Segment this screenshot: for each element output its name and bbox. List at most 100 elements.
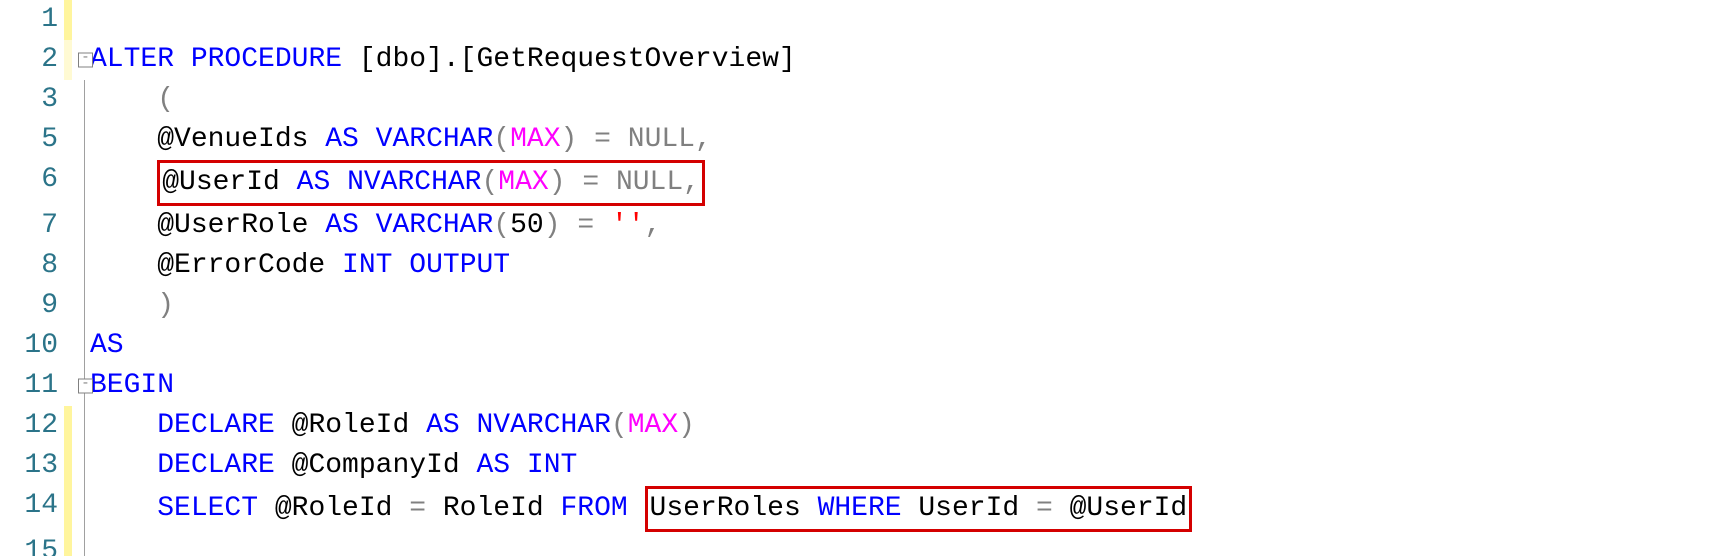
punct: ) <box>678 410 695 441</box>
column: UserId <box>902 493 1036 524</box>
code-line[interactable]: DECLARE @RoleId AS NVARCHAR(MAX) <box>90 406 1728 446</box>
gutter <box>64 406 90 446</box>
keyword: FROM <box>561 493 628 524</box>
keyword: AS <box>476 450 510 481</box>
keyword: AS <box>297 167 331 198</box>
gutter <box>64 366 90 406</box>
line-number: 9 <box>0 286 64 326</box>
punct: ) <box>561 124 578 155</box>
type: VARCHAR <box>376 210 494 241</box>
keyword: PROCEDURE <box>191 44 342 75</box>
punct: ( <box>493 210 510 241</box>
code-line[interactable] <box>90 0 1728 40</box>
line-number: 6 <box>0 160 64 206</box>
line-number: 13 <box>0 446 64 486</box>
op: = <box>409 493 426 524</box>
gutter <box>64 246 90 286</box>
gutter <box>64 446 90 486</box>
code-line[interactable]: SELECT @RoleId = RoleId FROM UserRoles W… <box>90 486 1728 532</box>
punct: ) <box>90 290 174 321</box>
punct: , <box>645 210 662 241</box>
gutter <box>64 40 90 80</box>
variable: @UserId <box>1053 493 1187 524</box>
type: INT <box>342 250 392 281</box>
fold-toggle-icon[interactable] <box>78 53 93 68</box>
line-number: 11 <box>0 366 64 406</box>
type: NVARCHAR <box>347 167 481 198</box>
keyword: DECLARE <box>90 410 275 441</box>
keyword: AS <box>325 210 359 241</box>
keyword: AS <box>325 124 359 155</box>
punct: , <box>695 124 712 155</box>
code-line[interactable]: ) <box>90 286 1728 326</box>
keyword: DECLARE <box>90 450 275 481</box>
code-line[interactable]: @UserId AS NVARCHAR(MAX) = NULL, <box>90 160 1728 206</box>
type: NVARCHAR <box>477 410 611 441</box>
op: = <box>566 167 616 198</box>
line-number: 15 <box>0 532 64 556</box>
type: VARCHAR <box>376 124 494 155</box>
code-line[interactable]: @UserRole AS VARCHAR(50) = '', <box>90 206 1728 246</box>
identifier: [dbo].[GetRequestOverview] <box>342 44 796 75</box>
variable: @RoleId <box>258 493 409 524</box>
gutter <box>64 0 90 40</box>
code-line[interactable]: @ErrorCode INT OUTPUT <box>90 246 1728 286</box>
gutter <box>64 160 90 206</box>
line-number: 12 <box>0 406 64 446</box>
punct: ( <box>90 84 174 115</box>
code-line[interactable] <box>90 532 1728 556</box>
op: = <box>561 210 611 241</box>
op: = <box>577 124 627 155</box>
number: 50 <box>510 210 544 241</box>
type: INT <box>527 450 577 481</box>
param: @UserId <box>162 167 296 198</box>
punct: ) <box>544 210 561 241</box>
line-number: 5 <box>0 120 64 160</box>
line-number: 14 <box>0 486 64 532</box>
code-line[interactable]: ( <box>90 80 1728 120</box>
punct: ) <box>549 167 566 198</box>
variable: @RoleId <box>275 410 426 441</box>
line-number: 7 <box>0 206 64 246</box>
gutter <box>64 326 90 366</box>
gutter <box>64 120 90 160</box>
line-number: 10 <box>0 326 64 366</box>
variable: @CompanyId <box>275 450 477 481</box>
fold-toggle-icon[interactable] <box>78 379 93 394</box>
line-number: 3 <box>0 80 64 120</box>
gutter <box>64 80 90 120</box>
keyword: AS <box>90 330 124 361</box>
code-line[interactable]: BEGIN <box>90 366 1728 406</box>
keyword: SELECT <box>90 493 258 524</box>
param: @ErrorCode <box>90 250 342 281</box>
gutter <box>64 206 90 246</box>
punct: ( <box>493 124 510 155</box>
keyword: AS <box>426 410 460 441</box>
code-line[interactable]: DECLARE @CompanyId AS INT <box>90 446 1728 486</box>
highlight-box: UserRoles WHERE UserId = @UserId <box>645 486 1193 532</box>
null: NULL <box>628 124 695 155</box>
table: UserRoles <box>650 493 818 524</box>
code-line[interactable]: @VenueIds AS VARCHAR(MAX) = NULL, <box>90 120 1728 160</box>
keyword: BEGIN <box>90 370 174 401</box>
keyword: MAX <box>628 410 678 441</box>
highlight-box: @UserId AS NVARCHAR(MAX) = NULL, <box>157 160 705 206</box>
op: = <box>1036 493 1053 524</box>
line-number: 8 <box>0 246 64 286</box>
code-line[interactable]: ALTER PROCEDURE [dbo].[GetRequestOvervie… <box>90 40 1728 80</box>
keyword: OUTPUT <box>409 250 510 281</box>
code-editor[interactable]: 1 2 ALTER PROCEDURE [dbo].[GetRequestOve… <box>0 0 1728 556</box>
string: '' <box>611 210 645 241</box>
keyword: WHERE <box>818 493 902 524</box>
gutter <box>64 532 90 556</box>
code-line[interactable]: AS <box>90 326 1728 366</box>
gutter <box>64 286 90 326</box>
line-number: 1 <box>0 0 64 40</box>
param: @UserRole <box>90 210 325 241</box>
gutter <box>64 486 90 532</box>
keyword: MAX <box>510 124 560 155</box>
punct: , <box>683 167 700 198</box>
line-number: 2 <box>0 40 64 80</box>
punct: ( <box>481 167 498 198</box>
column: RoleId <box>426 493 560 524</box>
